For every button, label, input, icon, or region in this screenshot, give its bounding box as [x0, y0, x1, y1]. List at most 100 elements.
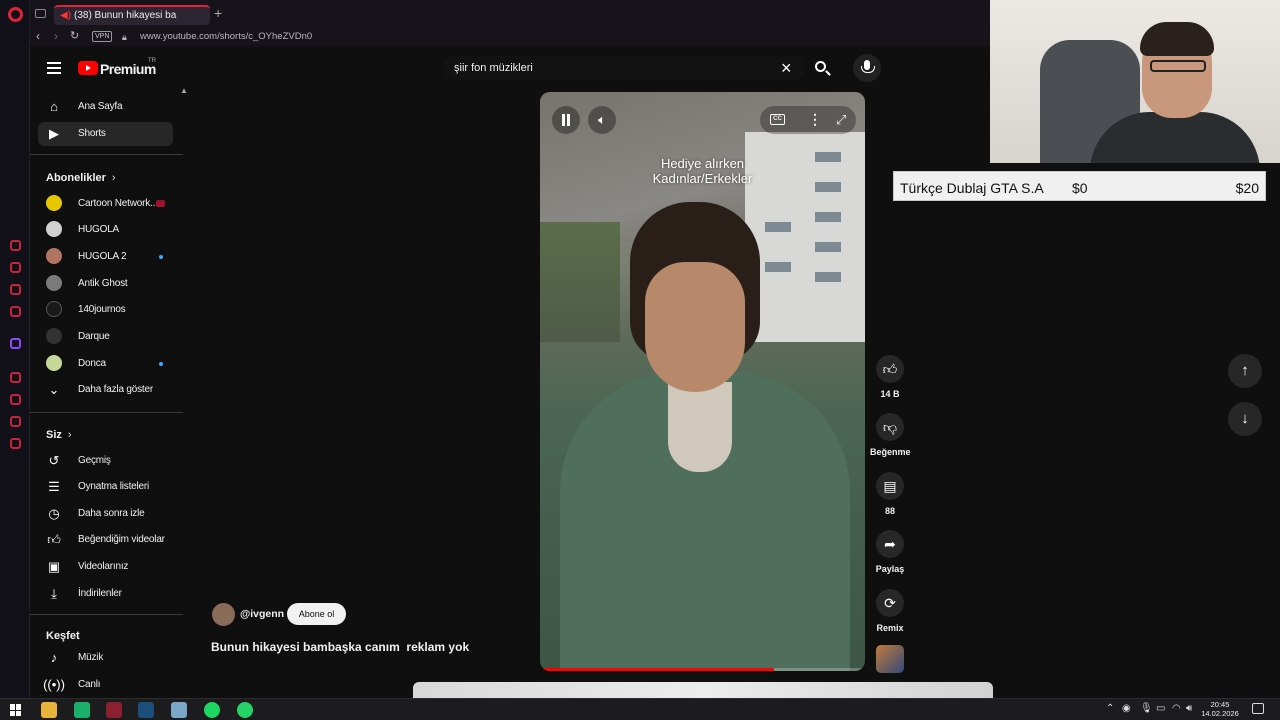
voice-search-button[interactable] [853, 54, 881, 82]
bottom-sheet[interactable] [413, 682, 993, 698]
menu-icon[interactable] [47, 62, 61, 77]
reload-icon[interactable]: ↻ [70, 29, 79, 43]
share-button[interactable]: ➦ Paylaş [870, 530, 910, 574]
forward-icon[interactable]: › [54, 29, 58, 43]
settings-rail-icon[interactable] [10, 438, 21, 449]
chevron-up-icon[interactable]: ⌃ [1106, 703, 1114, 715]
divider [30, 412, 183, 413]
messenger-icon[interactable] [10, 262, 21, 273]
sidebar-item-donca[interactable]: Donca [38, 352, 173, 376]
sidebar-item-live[interactable]: ((•)) Canlı [38, 673, 173, 697]
back-icon[interactable]: ‹ [36, 29, 40, 43]
notifications-icon[interactable] [1252, 703, 1264, 714]
aria-icon[interactable] [10, 240, 21, 251]
display-icon[interactable]: ▭ [1156, 703, 1165, 715]
app-icon[interactable] [74, 702, 90, 718]
channel-avatar[interactable] [212, 603, 235, 626]
clear-search-icon[interactable]: × [781, 58, 792, 78]
pause-button[interactable] [552, 106, 580, 134]
avatar [46, 301, 62, 317]
region-code: TR [148, 58, 156, 64]
remix-button[interactable]: ⟳ Remix [870, 589, 910, 633]
tray-icon[interactable]: ◉ [1122, 703, 1131, 715]
comments-button[interactable]: ▤ 88 [870, 472, 910, 516]
shorts-player[interactable]: 🔈︎ CC ⋮ ⤢ Hediye alırken Kadınlar/Erkekl… [540, 92, 865, 671]
player-controls: CC ⋮ ⤢ [760, 106, 856, 134]
video-title[interactable]: Bunun hikayesi bambaşka canım reklam yok [211, 640, 469, 654]
sidebar-item-hugola[interactable]: HUGOLA [38, 218, 173, 242]
divider [30, 154, 183, 155]
progress-bar[interactable] [540, 668, 865, 671]
volume-tray-icon[interactable]: 🔊︎ [1186, 703, 1192, 715]
dislike-button[interactable]: 👎︎ Beğenme [870, 413, 911, 457]
video-frame-face [645, 262, 745, 392]
whatsapp-taskbar-icon[interactable] [237, 702, 253, 718]
sidebar-item-playlists[interactable]: ☰ Oynatma listeleri [38, 475, 173, 499]
volume-button[interactable]: 🔈︎ [588, 106, 616, 134]
streamer-glasses [1150, 60, 1206, 72]
scroll-up-icon[interactable]: ▲ [180, 86, 188, 95]
avatar [46, 275, 62, 291]
clock-date: 14.02.2026 [1201, 709, 1239, 718]
player-icon[interactable] [10, 372, 21, 383]
like-button[interactable]: 👍︎ 14 B [870, 355, 910, 399]
windows-start-icon[interactable] [10, 704, 22, 716]
system-clock[interactable]: 20:45 14.02.2026 [1200, 700, 1240, 718]
sidebar-item-darque[interactable]: Darque [38, 325, 173, 349]
sidebar-item-your-videos[interactable]: ▣ Videolarınız [38, 555, 173, 579]
more-options-icon[interactable]: ⋮ [808, 110, 822, 128]
twitch-icon[interactable] [10, 338, 21, 349]
search-box[interactable]: şiir fon müzikleri × [443, 56, 805, 80]
donation-goal-name: Türkçe Dublaj GTA S.A [900, 180, 1044, 196]
sidebar-item-shorts[interactable]: ▶ Shorts [38, 122, 173, 146]
file-explorer-icon[interactable] [41, 702, 57, 718]
sidebar-item-liked-videos[interactable]: 👍︎ Beğendiğim videolar [38, 528, 173, 552]
active-tab[interactable]: ◀) (38) Bunun hikayesi ba [54, 5, 210, 25]
wifi-icon[interactable]: ◠ [1172, 703, 1181, 715]
sound-thumbnail[interactable] [876, 645, 904, 673]
previous-short-button[interactable]: ↑ [1228, 354, 1262, 388]
sidebar-item-antik-ghost[interactable]: Antik Ghost [38, 272, 173, 296]
subscribe-button[interactable]: Abone ol [287, 603, 346, 625]
spotify-icon[interactable] [204, 702, 220, 718]
divider [30, 614, 183, 615]
youtube-logo-icon[interactable] [78, 61, 98, 75]
sidebar-item-hugola-2[interactable]: HUGOLA 2 [38, 245, 173, 269]
mic-tray-icon[interactable]: 🎙︎ [1140, 703, 1153, 715]
sidebar-item-140journos[interactable]: 140journos [38, 298, 173, 322]
captions-icon[interactable]: CC [770, 114, 785, 125]
clock-rail-icon[interactable] [10, 416, 21, 427]
sidebar: Premium TR ▲ ⌂ Ana Sayfa ▶ Shorts Abonel… [30, 50, 190, 698]
new-tab-button[interactable]: + [214, 6, 222, 20]
next-short-button[interactable]: ↓ [1228, 402, 1262, 436]
volume-icon: 🔈︎ [598, 112, 606, 127]
channel-name[interactable]: @ivgenn [240, 608, 284, 620]
search-input[interactable]: şiir fon müzikleri [454, 62, 533, 74]
opera-taskbar-icon[interactable] [106, 702, 122, 718]
sidebar-item-home[interactable]: ⌂ Ana Sayfa [38, 95, 173, 119]
sidebar-item-label: İndirilenler [78, 588, 122, 599]
tab-islands-icon[interactable] [35, 9, 46, 18]
search-button[interactable] [809, 56, 835, 80]
speaker-icon: ◀) [60, 10, 72, 21]
instagram-icon[interactable] [10, 306, 21, 317]
sidebar-item-watch-later[interactable]: ◷ Daha sonra izle [38, 502, 173, 526]
steam-icon[interactable] [138, 702, 154, 718]
sidebar-item-music[interactable]: ♪ Müzik [38, 646, 173, 670]
opera-logo-icon[interactable] [8, 7, 23, 22]
subscriptions-heading[interactable]: Abonelikler › [46, 171, 116, 185]
fullscreen-icon[interactable]: ⤢ [836, 112, 846, 128]
whatsapp-icon[interactable] [10, 284, 21, 295]
address-bar: ‹ › ↻ VPN 🔒︎ www.youtube.com/shorts/c_OY… [30, 28, 990, 46]
sidebar-item-cartoon-network[interactable]: Cartoon Network... [38, 192, 173, 216]
new-content-dot [159, 362, 163, 366]
download-icon: ⤓ [51, 586, 57, 601]
sidebar-item-downloads[interactable]: ⤓ İndirilenler [38, 582, 173, 606]
show-more-button[interactable]: ⌄ Daha fazla göster [38, 378, 173, 402]
vpn-badge[interactable]: VPN [92, 31, 113, 42]
you-heading[interactable]: Siz › [46, 428, 72, 442]
app-icon[interactable] [171, 702, 187, 718]
history-rail-icon[interactable] [10, 394, 21, 405]
sidebar-item-history[interactable]: ↺ Geçmiş [38, 449, 173, 473]
url-field[interactable]: www.youtube.com/shorts/c_OYheZVDn0 [140, 30, 312, 43]
